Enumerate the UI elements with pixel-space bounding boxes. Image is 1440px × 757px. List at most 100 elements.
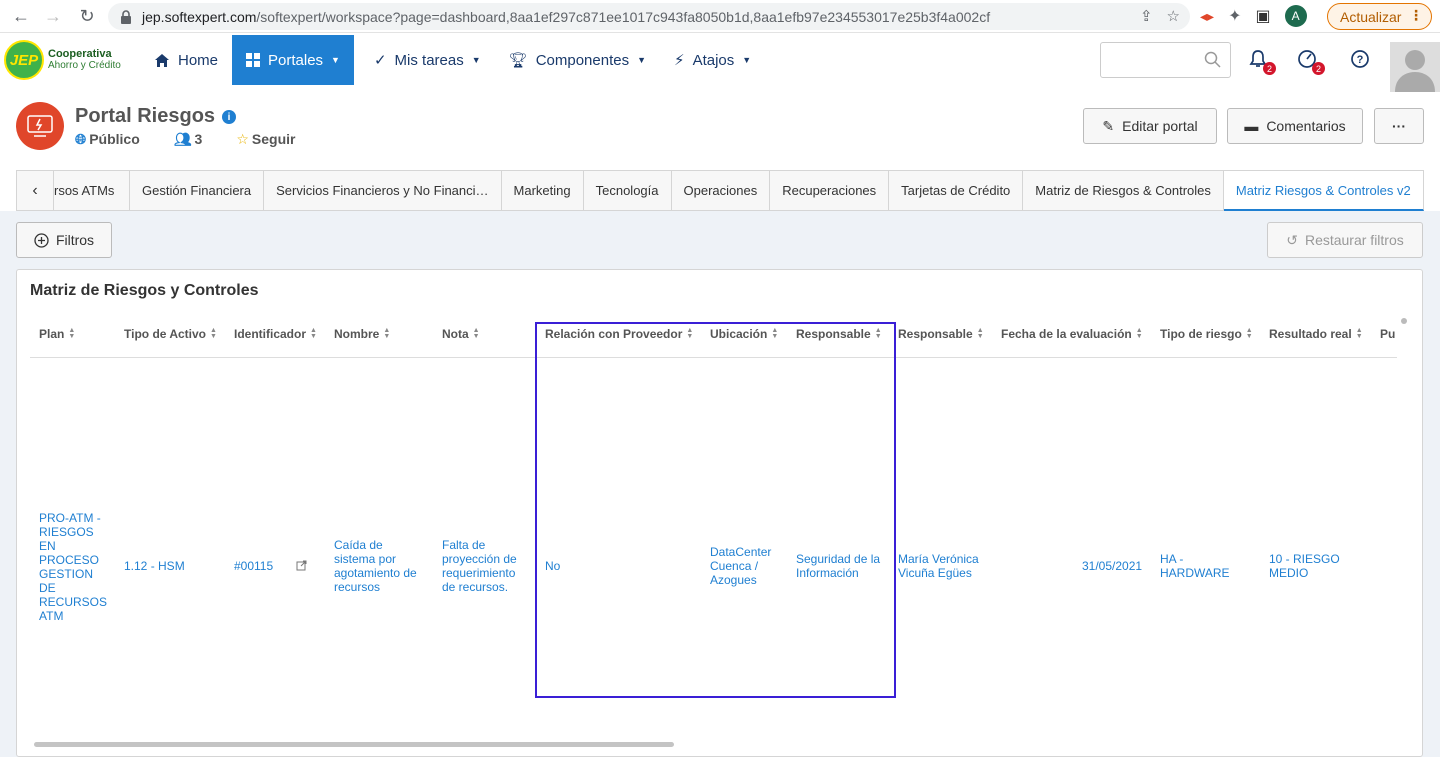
nav-atajos-label: Atajos: [692, 51, 735, 69]
portal-risk-icon: [16, 102, 64, 150]
bolt-icon: ⚡︎: [674, 52, 685, 69]
tab-operaciones[interactable]: Operaciones: [671, 170, 771, 211]
more-options-button[interactable]: ···: [1374, 108, 1424, 144]
visibility-status: 🌐︎ Público: [75, 131, 140, 147]
home-icon: [155, 53, 169, 67]
nav-home[interactable]: Home: [140, 35, 232, 85]
portal-title: Portal Riesgos: [75, 105, 216, 127]
cell-identificador[interactable]: #00115: [234, 559, 273, 573]
members-count[interactable]: 👥︎ 3: [174, 131, 203, 148]
comments-button[interactable]: ▬ Comentarios: [1227, 108, 1363, 144]
follow-button[interactable]: ☆ Seguir: [236, 131, 295, 148]
sort-icon: ▲ ▼: [976, 327, 984, 340]
reload-icon[interactable]: ↻: [72, 1, 102, 31]
external-link-icon[interactable]: [296, 558, 307, 576]
notification-bell-icon[interactable]: 2: [1248, 49, 1276, 75]
user-avatar[interactable]: [1390, 42, 1440, 92]
cell-responsable-2[interactable]: María Verónica Vicuña Egües: [898, 552, 993, 580]
lock-icon: [121, 9, 131, 24]
check-icon: ✓: [373, 52, 387, 69]
caret-down-icon: ▼: [637, 55, 647, 65]
cell-plan[interactable]: PRO-ATM - RIESGOS EN PROCESO GESTION DE …: [39, 511, 111, 623]
sidebar-icon[interactable]: ▣: [1255, 6, 1270, 26]
comment-icon: ▬: [1244, 118, 1259, 134]
col-header-responsable-2[interactable]: Responsable ▲ ▼: [898, 327, 984, 341]
search-input[interactable]: [1100, 42, 1231, 78]
tasks-badge: 2: [1312, 62, 1325, 75]
sort-icon: ▲ ▼: [1135, 327, 1143, 340]
portal-tabs: ‹ rsos ATMs Gestión Financiera Servicios…: [16, 170, 1424, 211]
company-logo[interactable]: JEP Cooperativa Ahorro y Crédito: [4, 40, 121, 80]
trophy-icon: 🏆︎: [508, 52, 528, 69]
highlight-box: [535, 322, 896, 698]
panel-title: Matriz de Riesgos y Controles: [30, 282, 259, 299]
undo-icon: ↺: [1286, 231, 1298, 248]
col-header-identificador[interactable]: Identificador ▲ ▼: [234, 327, 317, 341]
back-icon[interactable]: ←: [6, 1, 36, 31]
tab-recursos-atms[interactable]: rsos ATMs: [54, 170, 130, 211]
tab-recuperaciones[interactable]: Recuperaciones: [770, 170, 890, 211]
tab-tarjetas-credito[interactable]: Tarjetas de Crédito: [889, 170, 1024, 211]
portal-meta: 🌐︎ Público 👥︎ 3 ☆ Seguir: [75, 131, 295, 148]
cell-resultado-real[interactable]: 10 - RIESGO MEDIO: [1269, 552, 1351, 580]
nav-componentes-label: Componentes: [535, 51, 630, 69]
scroll-indicator: [1401, 318, 1407, 324]
col-header-tipo-activo[interactable]: Tipo de Activo ▲ ▼: [124, 327, 217, 341]
sort-icon: ▲ ▼: [1355, 327, 1363, 340]
logo-line2: Ahorro y Crédito: [48, 60, 121, 71]
forward-icon[interactable]: →: [38, 1, 68, 31]
tab-gestion-financiera[interactable]: Gestión Financiera: [130, 170, 265, 211]
share-icon[interactable]: ⇪: [1140, 7, 1153, 25]
cell-tipo-riesgo[interactable]: HA - HARDWARE: [1160, 552, 1240, 580]
tab-tecnologia[interactable]: Tecnología: [583, 170, 672, 211]
col-header-puntaje[interactable]: Pu: [1380, 327, 1395, 341]
nav-componentes[interactable]: 🏆︎ Componentes ▼: [495, 35, 660, 85]
col-header-plan[interactable]: Plan ▲ ▼: [39, 327, 75, 341]
puzzle-icon[interactable]: ✦: [1228, 6, 1241, 26]
filters-button[interactable]: Filtros: [16, 222, 112, 258]
tab-marketing[interactable]: Marketing: [501, 170, 584, 211]
url-host: jep.softexpert.com: [142, 8, 257, 25]
tabs-prev-button[interactable]: ‹: [16, 170, 54, 211]
search-icon: [1204, 51, 1221, 68]
svg-text:?: ?: [1357, 54, 1364, 66]
cell-tipo-activo[interactable]: 1.12 - HSM: [124, 559, 185, 573]
risk-matrix-panel: Matriz de Riesgos y Controles Plan ▲ ▼ Tip…: [16, 269, 1423, 757]
tab-matriz-riesgos-v2[interactable]: Matriz Riesgos & Controles v2: [1223, 170, 1424, 211]
notification-badge: 2: [1263, 62, 1276, 75]
col-header-tipo-riesgo[interactable]: Tipo de riesgo ▲ ▼: [1160, 327, 1253, 341]
col-header-fecha-evaluacion[interactable]: Fecha de la evaluación ▲ ▼: [1001, 327, 1143, 341]
sort-icon: ▲ ▼: [1245, 327, 1253, 340]
help-icon[interactable]: ?: [1350, 49, 1372, 71]
address-bar[interactable]: jep.softexpert.com/softexpert/workspace?…: [108, 3, 1190, 30]
tab-matriz-riesgos[interactable]: Matriz de Riesgos & Controles: [1023, 170, 1224, 211]
extension-red-icon[interactable]: ◂▸: [1200, 8, 1214, 25]
cell-fecha[interactable]: 31/05/2021: [1082, 559, 1142, 573]
tasks-gauge-icon[interactable]: 2: [1297, 49, 1325, 75]
restore-filters-button[interactable]: ↺ Restaurar filtros: [1267, 222, 1423, 258]
edit-portal-button[interactable]: ✎ Editar portal: [1083, 108, 1217, 144]
comments-label: Comentarios: [1266, 118, 1346, 134]
more-icon: ···: [1392, 118, 1406, 134]
globe-icon: 🌐︎: [75, 131, 87, 147]
cell-nombre[interactable]: Caída de sistema por agotamiento de recu…: [334, 538, 426, 594]
sort-icon: ▲ ▼: [310, 327, 317, 340]
menu-dots-icon: ⋮: [1409, 7, 1423, 23]
tab-servicios-financieros[interactable]: Servicios Financieros y No Financi…: [264, 170, 502, 211]
nav-atajos[interactable]: ⚡︎ Atajos ▼: [660, 35, 765, 85]
sort-icon: ▲ ▼: [383, 327, 391, 340]
nav-portales[interactable]: Portales ▼: [232, 35, 354, 85]
nav-home-label: Home: [178, 51, 219, 69]
nav-mis-tareas[interactable]: ✓ Mis tareas ▼: [354, 35, 495, 85]
nav-tareas-label: Mis tareas: [394, 51, 464, 69]
bookmark-star-icon[interactable]: ☆: [1167, 7, 1180, 25]
col-header-resultado-real[interactable]: Resultado real ▲ ▼: [1269, 327, 1363, 341]
info-icon[interactable]: i: [222, 110, 236, 124]
profile-avatar[interactable]: A: [1284, 5, 1307, 27]
col-header-nombre[interactable]: Nombre ▲ ▼: [334, 327, 390, 341]
col-header-nota[interactable]: Nota ▲ ▼: [442, 327, 480, 341]
update-button[interactable]: Actualizar ⋮: [1327, 3, 1432, 30]
horizontal-scrollbar[interactable]: [34, 742, 674, 747]
logo-line1: Cooperativa: [48, 48, 112, 60]
cell-nota[interactable]: Falta de proyección de requerimiento de …: [442, 538, 524, 594]
